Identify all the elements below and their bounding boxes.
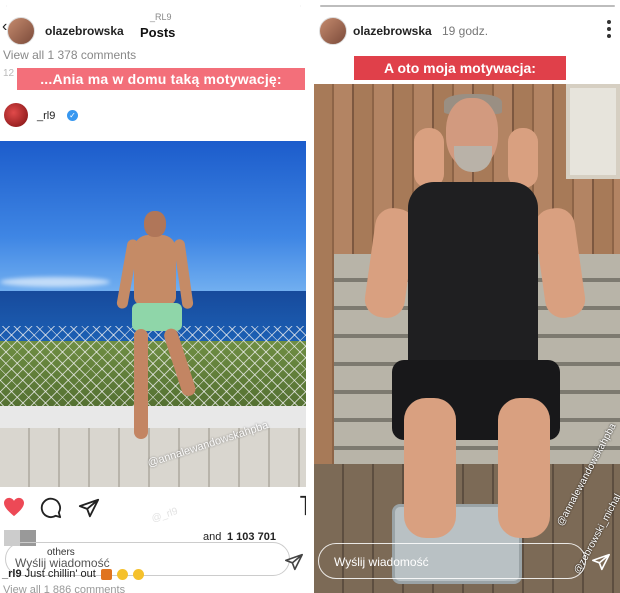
story-caption: ...Ania ma w domu taką motywację: (17, 68, 305, 90)
photo-person (116, 211, 200, 461)
sunset-emoji-icon (100, 568, 112, 580)
header-title: Posts (140, 25, 176, 40)
author-name[interactable]: _rl9 (37, 110, 55, 122)
author-avatar[interactable] (4, 103, 28, 127)
story-time: 19 godz. (442, 24, 489, 38)
post-photo (0, 141, 306, 487)
story-photo (314, 84, 620, 593)
comment-icon[interactable] (40, 497, 62, 519)
close-icon[interactable] (284, 15, 304, 35)
more-dots-icon[interactable] (606, 18, 612, 40)
back-chevron-icon[interactable]: ‹ (2, 18, 7, 36)
photo-person (362, 94, 588, 568)
grin-emoji-icon (116, 568, 128, 580)
post-caption: _rl9 Just chillin' out (2, 568, 145, 580)
mention-tag[interactable]: @_rl9 (150, 506, 179, 525)
reply-placeholder: Wyślij wiadomość (334, 555, 429, 569)
save-icon[interactable] (298, 495, 306, 517)
view-all-comments-top[interactable]: View all 1 378 comments (3, 48, 136, 62)
stories-comparison: olazebrowska ‹ _RL9 Posts View all 1 378… (0, 0, 620, 593)
share-icon[interactable] (78, 497, 100, 519)
story-progress-fill (6, 5, 301, 7)
photo-cloud (0, 277, 110, 287)
story-progress-bar (320, 5, 615, 7)
view-all-comments-bottom[interactable]: View all 1 886 comments (3, 584, 125, 593)
story-username[interactable]: olazebrowska (45, 24, 124, 38)
left-story: olazebrowska ‹ _RL9 Posts View all 1 378… (0, 0, 306, 593)
caption-text: Just chillin' out (24, 568, 96, 580)
caption-user[interactable]: _rl9 (2, 568, 22, 580)
story-username[interactable]: olazebrowska (353, 24, 432, 38)
header-subtitle: _RL9 (150, 12, 172, 22)
sunglasses-emoji-icon (133, 568, 145, 580)
story-progress-bar (6, 5, 301, 7)
avatar[interactable] (7, 17, 35, 45)
send-icon[interactable] (284, 553, 304, 571)
avatar[interactable] (319, 17, 347, 45)
heart-icon[interactable] (3, 497, 25, 517)
post-author-row[interactable]: _rl9 ✓ (0, 102, 306, 136)
photo-window (566, 84, 620, 179)
send-icon[interactable] (591, 553, 611, 571)
story-caption: A oto moja motywacja: (354, 56, 566, 80)
right-story: olazebrowska 19 godz. A oto moja motywac… (314, 0, 620, 593)
verified-icon: ✓ (67, 110, 78, 121)
